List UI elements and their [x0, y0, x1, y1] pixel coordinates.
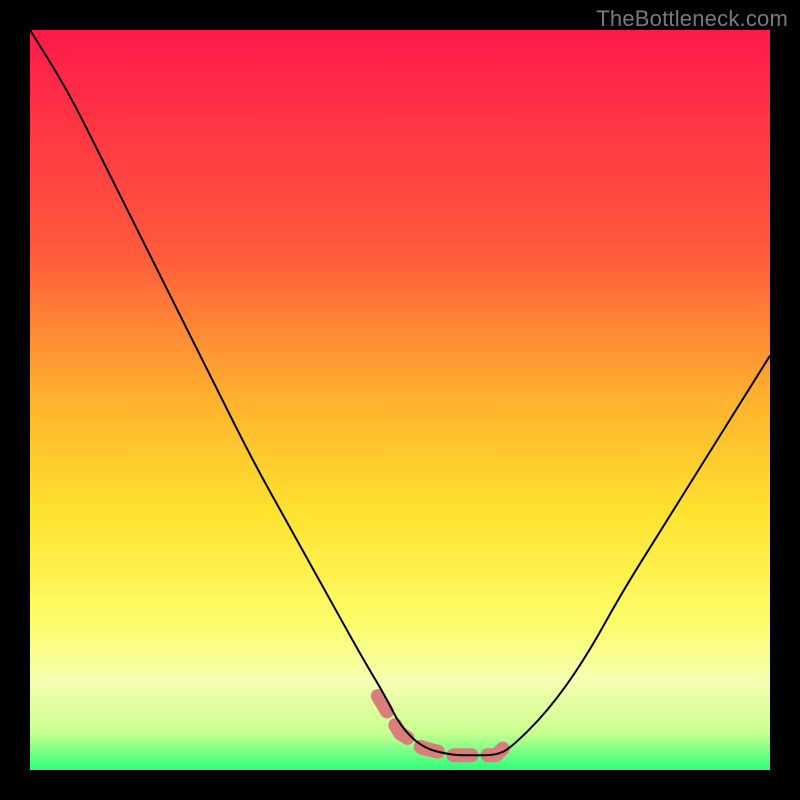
watermark-text: TheBottleneck.com [596, 6, 788, 32]
gradient-background [30, 30, 770, 770]
chart-plot-area [30, 30, 770, 770]
chart-svg [30, 30, 770, 770]
